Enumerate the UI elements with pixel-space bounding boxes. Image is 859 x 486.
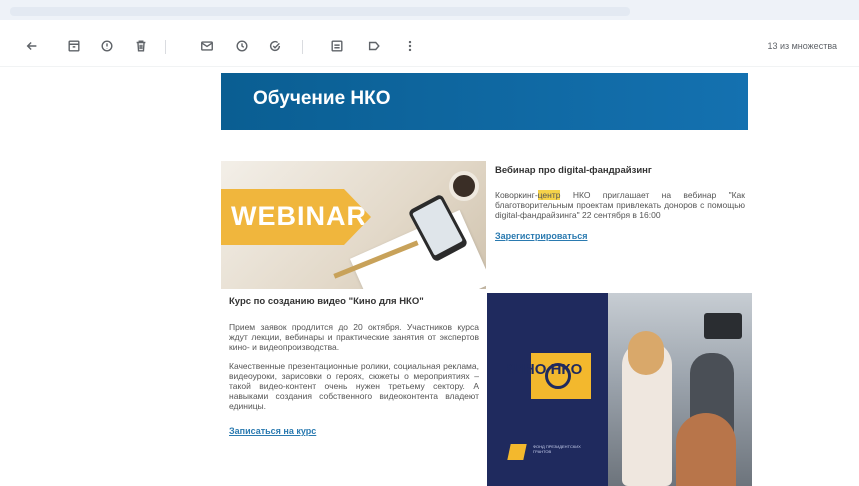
course-section: Курс по созданию видео "Кино для НКО" Пр… (229, 296, 479, 439)
snooze-icon[interactable] (232, 36, 252, 56)
person-shape (676, 413, 736, 486)
banner-title: Обучение НКО (253, 88, 391, 109)
toolbar-divider-line (0, 66, 859, 67)
report-spam-icon[interactable] (97, 36, 117, 56)
email-body: Обучение НКО WEBINAR Вебинар про digital… (221, 73, 752, 486)
webinar-text-start: Коворкинг- (495, 190, 538, 200)
back-arrow-icon[interactable] (22, 36, 42, 56)
toolbar-divider (302, 40, 303, 54)
toolbar-divider (165, 40, 166, 54)
person-head-shape (628, 331, 664, 375)
fund-mark-icon (507, 444, 527, 460)
kino-logo-panel: КИНО НКО ФОНД ПРЕЗИДЕНТСКИХ ГРАНТОВ (487, 293, 608, 486)
enroll-link[interactable]: Записаться на курс (229, 426, 316, 436)
kino-logo-text: КИНО НКО (504, 361, 583, 378)
film-set-photo (608, 293, 752, 486)
more-vert-icon[interactable] (400, 36, 420, 56)
camera-shape (704, 313, 742, 339)
top-bar (0, 0, 859, 20)
webinar-text: Коворкинг-центр НКО приглашает на вебина… (495, 190, 745, 220)
search-highlight: центр (537, 190, 561, 200)
move-to-icon[interactable] (327, 36, 347, 56)
webinar-image: WEBINAR (221, 161, 486, 289)
webinar-section: Вебинар про digital-фандрайзинг Коворкин… (495, 165, 745, 244)
add-task-icon[interactable] (265, 36, 285, 56)
email-toolbar: 13 из множества (0, 28, 859, 64)
message-counter: 13 из множества (767, 41, 837, 51)
fund-text: ФОНД ПРЕЗИДЕНТСКИХ ГРАНТОВ (533, 444, 581, 454)
webinar-title: Вебинар про digital-фандрайзинг (495, 165, 652, 176)
archive-icon[interactable] (64, 36, 84, 56)
register-link[interactable]: Зарегистрироваться (495, 231, 587, 241)
mark-unread-icon[interactable] (197, 36, 217, 56)
label-icon[interactable] (364, 36, 384, 56)
webinar-image-text: WEBINAR (231, 201, 367, 231)
coffee-cup-shape (449, 171, 479, 201)
search-bar[interactable] (10, 7, 630, 16)
delete-icon[interactable] (131, 36, 151, 56)
kino-image: КИНО НКО ФОНД ПРЕЗИДЕНТСКИХ ГРАНТОВ (487, 293, 752, 486)
course-title: Курс по созданию видео "Кино для НКО" (229, 296, 424, 307)
fund-logo: ФОНД ПРЕЗИДЕНТСКИХ ГРАНТОВ (507, 442, 599, 464)
webinar-arrow: WEBINAR (221, 189, 371, 245)
course-paragraph-2: Качественные презентационные ролики, соц… (229, 361, 479, 411)
email-banner: Обучение НКО (221, 73, 748, 130)
course-paragraph-1: Прием заявок продлится до 20 октября. Уч… (229, 322, 479, 352)
